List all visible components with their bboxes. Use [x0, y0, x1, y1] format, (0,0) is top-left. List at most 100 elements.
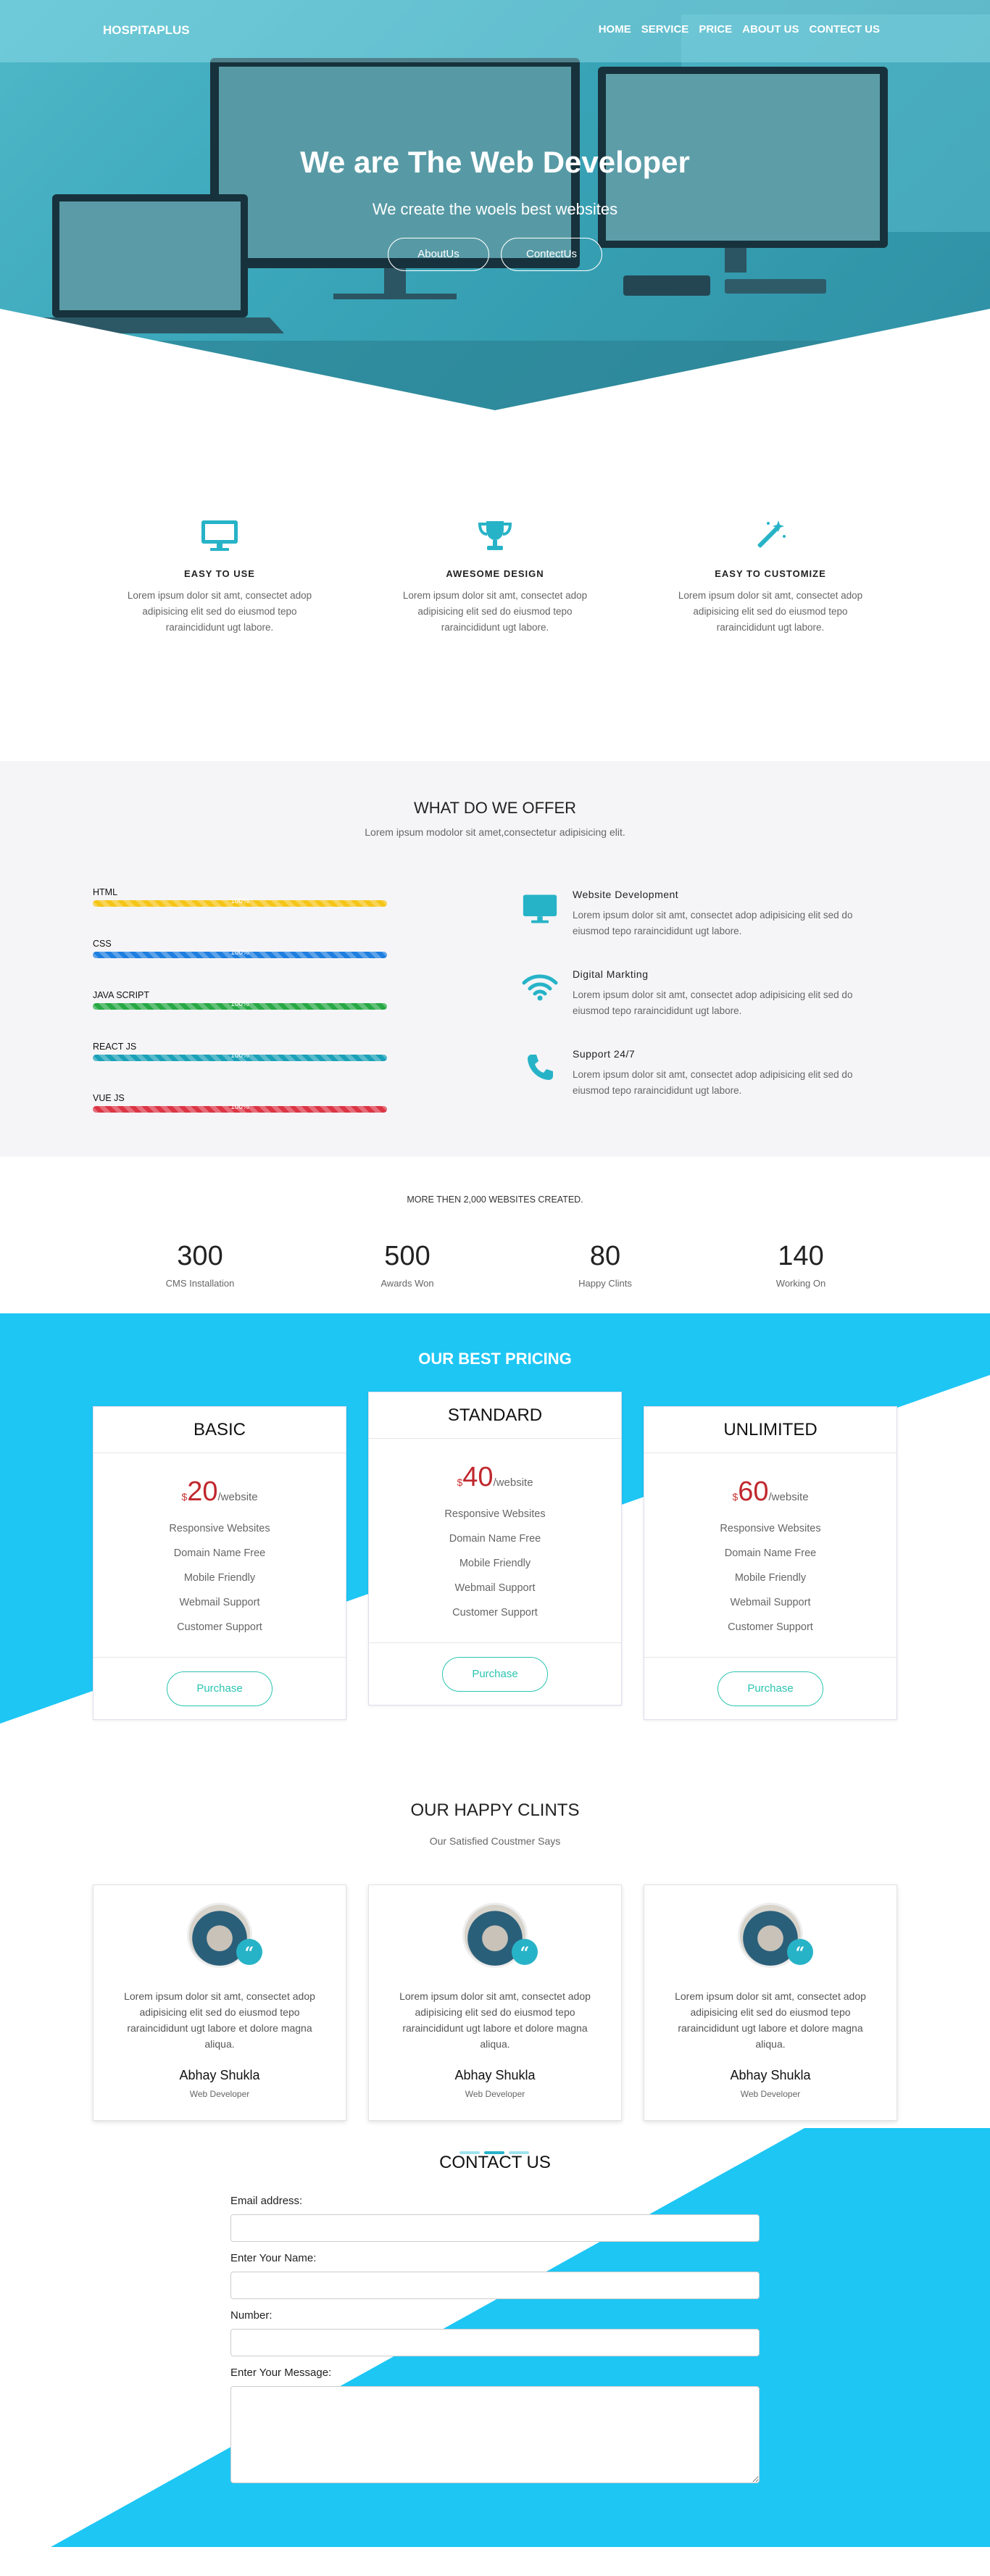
testimonials-section: OUR HAPPY CLINTS Our Satisfied Coustmer …	[0, 1745, 990, 2128]
plan-features: Responsive Websites Domain Name Free Mob…	[369, 1502, 621, 1625]
plan-feature: Domain Name Free	[173, 1547, 266, 1559]
purchase-button[interactable]: Purchase	[167, 1671, 273, 1706]
hero-section: HOSPITAPLUS HOME SERVICE PRICE ABOUT US …	[0, 0, 990, 410]
contact-section: CONTACT US Email address: Enter Your Nam…	[0, 2128, 990, 2576]
brand-logo[interactable]: HOSPITAPLUS	[103, 23, 190, 38]
plan-feature: Mobile Friendly	[459, 1558, 531, 1569]
skills-list: HTML 100% CSS 100% JAVA SCRIPT 100% REAC…	[93, 887, 387, 1144]
skill-percent: 100%	[230, 897, 249, 905]
plan-name: BASIC	[93, 1407, 346, 1453]
hero-buttons: AboutUs ContectUs	[0, 238, 990, 271]
plan-feature: Webmail Support	[179, 1597, 260, 1608]
service-title: Support 24/7	[573, 1048, 636, 1060]
price-period: /website	[217, 1491, 258, 1503]
plan-feature: Responsive Websites	[720, 1523, 821, 1534]
nav-about-us[interactable]: ABOUT US	[742, 23, 799, 36]
price-amount: 40	[462, 1462, 494, 1492]
magic-wand-icon	[633, 519, 908, 555]
plan-features: Responsive Websites Domain Name Free Mob…	[644, 1516, 897, 1640]
testimonial-role: Web Developer	[740, 2089, 801, 2099]
feature-card: AWESOME DESIGN Lorem ipsum dolor sit amt…	[357, 519, 633, 761]
monitor-icon	[82, 519, 357, 555]
testimonial-card: “ Lorem ipsum dolor sit amt, consectet a…	[93, 1885, 346, 2121]
testimonial-text: Lorem ipsum dolor sit amt, consectet ado…	[399, 1990, 591, 2050]
feature-title: EASY TO USE	[184, 568, 255, 579]
plan-feature: Customer Support	[177, 1621, 262, 1633]
name-field[interactable]	[230, 2272, 760, 2299]
pricing-card-basic: BASIC $20/website Responsive Websites Do…	[93, 1406, 346, 1720]
plan-price: $40/website	[369, 1462, 621, 1493]
service-title: Website Development	[573, 889, 679, 900]
testimonials-title: OUR HAPPY CLINTS	[410, 1800, 580, 1820]
price-period: /website	[768, 1491, 809, 1503]
monitor-icon	[507, 889, 573, 939]
name-label: Enter Your Name:	[230, 2252, 317, 2264]
stat-item: 300 CMS Installation	[128, 1241, 273, 1289]
skill-item: VUE JS 100%	[93, 1093, 387, 1113]
plan-feature: Customer Support	[452, 1607, 538, 1619]
feature-card: EASY TO CUSTOMIZE Lorem ipsum dolor sit …	[633, 519, 908, 761]
testimonial-card: “ Lorem ipsum dolor sit amt, consectet a…	[368, 1885, 622, 2121]
trophy-icon	[357, 519, 633, 555]
feature-text: Lorem ipsum dolor sit amt, consectet ado…	[127, 590, 312, 633]
skill-percent: 100%	[230, 1000, 249, 1008]
plan-feature: Responsive Websites	[444, 1508, 546, 1520]
stat-label: Happy Clints	[578, 1278, 632, 1289]
quote-icon: “	[787, 1939, 813, 1965]
plan-name: STANDARD	[369, 1392, 621, 1439]
skill-percent: 100%	[230, 1103, 249, 1111]
number-field[interactable]	[230, 2329, 760, 2356]
stat-item: 140 Working On	[728, 1241, 873, 1289]
pricing-section: OUR BEST PRICING BASIC $20/website Respo…	[0, 1313, 990, 1745]
service-item: Digital Markting Lorem ipsum dolor sit a…	[507, 968, 884, 1019]
feature-title: EASY TO CUSTOMIZE	[715, 568, 826, 579]
skill-label: CSS	[93, 939, 112, 949]
contact-us-button[interactable]: ContectUs	[501, 238, 602, 271]
nav-service[interactable]: SERVICE	[641, 23, 689, 36]
stat-label: CMS Installation	[165, 1278, 235, 1289]
offer-subtitle: Lorem ipsum modolor sit amet,consectetur…	[365, 826, 625, 838]
nav-price[interactable]: PRICE	[699, 23, 732, 36]
pricing-card-standard: STANDARD $40/website Responsive Websites…	[368, 1392, 622, 1705]
skill-item: REACT JS 100%	[93, 1042, 387, 1061]
service-text: Lorem ipsum dolor sit amt, consectet ado…	[573, 910, 853, 936]
price-amount: 60	[738, 1476, 769, 1507]
about-us-button[interactable]: AboutUs	[388, 238, 489, 271]
skill-percent: 100%	[230, 1052, 249, 1060]
skill-label: REACT JS	[93, 1042, 137, 1052]
plan-name: UNLIMITED	[644, 1407, 897, 1453]
pricing-card-unlimited: UNLIMITED $60/website Responsive Website…	[644, 1406, 897, 1720]
features-section: EASY TO USE Lorem ipsum dolor sit amt, c…	[0, 410, 990, 761]
plan-feature: Domain Name Free	[724, 1547, 817, 1559]
stat-label: Working On	[775, 1278, 826, 1289]
purchase-button[interactable]: Purchase	[442, 1656, 548, 1692]
skill-progress-bar: 100%	[93, 897, 387, 907]
service-item: Website Development Lorem ipsum dolor si…	[507, 889, 884, 939]
number-label: Number:	[230, 2309, 273, 2322]
plan-footer: Purchase	[369, 1642, 621, 1705]
service-title: Digital Markting	[573, 968, 649, 980]
email-field[interactable]	[230, 2214, 760, 2242]
nav-home[interactable]: HOME	[599, 23, 631, 36]
plan-feature: Webmail Support	[730, 1597, 811, 1608]
testimonial-role: Web Developer	[465, 2089, 525, 2099]
stat-item: 80 Happy Clints	[533, 1241, 678, 1289]
price-period: /website	[493, 1476, 533, 1489]
skill-label: VUE JS	[93, 1093, 125, 1103]
avatar: “	[738, 1903, 813, 1968]
skill-item: CSS 100%	[93, 939, 387, 958]
stat-number: 80	[589, 1241, 621, 1271]
feature-text: Lorem ipsum dolor sit amt, consectet ado…	[678, 590, 863, 633]
testimonial-role: Web Developer	[189, 2089, 250, 2099]
message-field[interactable]	[230, 2386, 760, 2483]
price-amount: 20	[187, 1476, 218, 1507]
plan-price: $60/website	[644, 1476, 897, 1508]
nav-contact-us[interactable]: CONTECT US	[810, 23, 881, 36]
service-text: Lorem ipsum dolor sit amt, consectet ado…	[573, 989, 853, 1016]
stat-number: 500	[384, 1241, 430, 1271]
purchase-button[interactable]: Purchase	[717, 1671, 823, 1706]
services-list: Website Development Lorem ipsum dolor si…	[507, 889, 884, 1128]
stat-number: 140	[778, 1241, 824, 1271]
pricing-title: OUR BEST PRICING	[418, 1350, 572, 1368]
skill-progress-bar: 100%	[93, 1052, 387, 1061]
